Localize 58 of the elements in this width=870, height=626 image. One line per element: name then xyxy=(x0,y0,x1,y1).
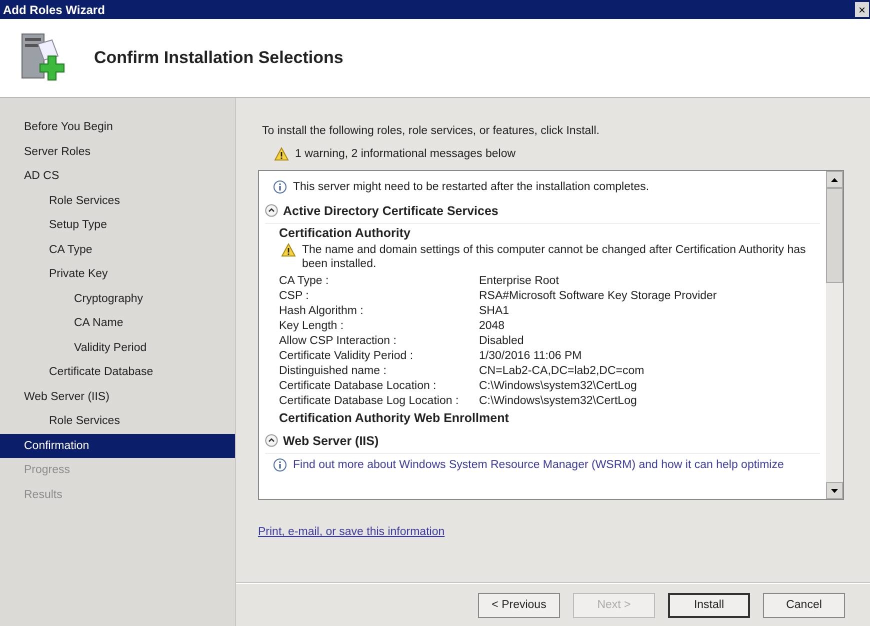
wizard-button[interactable]: Install xyxy=(668,592,750,618)
property-value: SHA1 xyxy=(479,304,510,319)
section-heading: Web Server (IIS) xyxy=(283,434,379,448)
window-title: Add Roles Wizard xyxy=(3,2,105,16)
warning-icon xyxy=(274,147,289,161)
print-link[interactable]: Print, e-mail, or save this information xyxy=(258,526,445,538)
property-value: RSA#Microsoft Software Key Storage Provider xyxy=(479,289,717,304)
property-value: 2048 xyxy=(479,319,505,334)
collapse-icon[interactable] xyxy=(265,204,278,217)
nav-item[interactable]: CA Name xyxy=(0,311,235,336)
nav-item[interactable]: Private Key xyxy=(0,262,235,286)
warning-message: The name and domain settings of this computer cannot be changed after Certification Authority has been installed. xyxy=(302,243,807,271)
nav-item[interactable]: Setup Type xyxy=(0,213,235,238)
wizard-button[interactable]: Cancel xyxy=(763,592,845,618)
nav-item[interactable]: Certificate Database xyxy=(0,360,235,384)
subheading: Certification Authority xyxy=(278,225,412,242)
info-icon xyxy=(273,180,287,194)
property-value: Enterprise Root xyxy=(479,274,559,289)
property-label: CSP : xyxy=(279,289,310,304)
nav-item[interactable]: CA Type xyxy=(0,238,235,262)
property-value: C:\Windows\system32\CertLog xyxy=(479,394,637,409)
nav-item[interactable]: Role Services xyxy=(0,409,235,434)
info-message: This server might need to be restarted after the installation completes. xyxy=(293,181,650,193)
nav-item[interactable]: Role Services xyxy=(0,188,235,213)
nav-item[interactable]: Cryptography xyxy=(0,286,235,311)
scroll-up-icon[interactable] xyxy=(831,178,838,182)
wizard-button[interactable]: < Previous xyxy=(478,592,560,618)
property-label: CA Type : xyxy=(279,274,330,289)
info-link[interactable]: Find out more about Windows System Resource Manager (WSRM) and how it can help optimize xyxy=(293,459,784,471)
property-label: Hash Algorithm : xyxy=(279,304,364,319)
nav-item[interactable]: AD CS xyxy=(0,164,235,188)
property-value: 1/30/2016 11:06 PM xyxy=(479,349,582,364)
nav-item[interactable]: Web Server (IIS) xyxy=(0,384,235,409)
warning-icon xyxy=(281,243,296,257)
close-button[interactable]: × xyxy=(855,2,869,17)
section-heading: Active Directory Certificate Services xyxy=(283,204,498,218)
property-label: Key Length : xyxy=(279,319,345,334)
nav-item[interactable]: Server Roles xyxy=(0,140,235,164)
property-value: C:\Windows\system32\CertLog xyxy=(479,379,637,394)
scroll-thumb[interactable] xyxy=(826,188,843,283)
subheading: Certification Authority Web Enrollment xyxy=(278,410,510,427)
property-value: CN=Lab2-CA,DC=lab2,DC=com xyxy=(479,364,644,379)
summary-text: 1 warning, 2 informational messages below xyxy=(295,148,516,160)
nav-item[interactable]: Confirmation xyxy=(0,434,235,458)
property-label: Distinguished name : xyxy=(279,364,388,379)
scroll-down-icon[interactable] xyxy=(831,488,838,492)
property-label: Certificate Database Location : xyxy=(279,379,438,394)
property-label: Certificate Validity Period : xyxy=(279,349,414,364)
property-value: Disabled xyxy=(479,334,524,349)
scrollbar[interactable] xyxy=(826,171,843,499)
collapse-icon[interactable] xyxy=(265,434,278,447)
nav-item[interactable]: Validity Period xyxy=(0,336,235,360)
info-icon xyxy=(273,458,287,472)
property-label: Allow CSP Interaction : xyxy=(279,334,398,349)
nav-item[interactable]: Before You Begin xyxy=(0,115,235,140)
page-heading: Confirm Installation Selections xyxy=(94,48,344,68)
instruction-text: To install the following roles, role services, or features, click Install. xyxy=(262,125,600,137)
property-label: Certificate Database Log Location : xyxy=(279,394,460,409)
